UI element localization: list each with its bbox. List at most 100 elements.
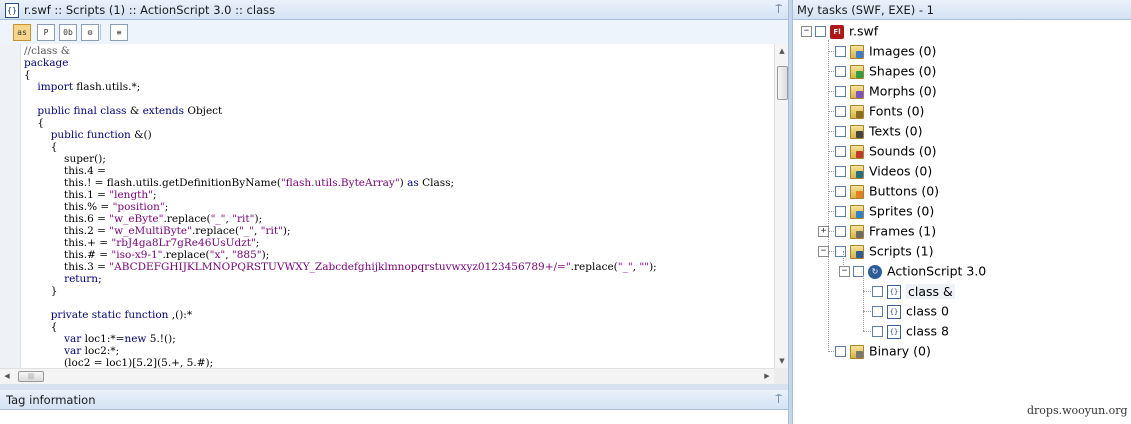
- tree-checkbox[interactable]: [835, 346, 846, 357]
- tree-connector: [863, 291, 871, 292]
- horizontal-scrollbar[interactable]: ◀ ||| ▶: [0, 368, 774, 384]
- tree-checkbox[interactable]: [835, 146, 846, 157]
- tree-item-texts[interactable]: Texts (0): [835, 121, 922, 141]
- code-line: super();: [64, 153, 106, 165]
- texts-folder-icon: [850, 124, 864, 139]
- tree-item-morphs[interactable]: Morphs (0): [835, 81, 937, 101]
- tree-checkbox[interactable]: [872, 306, 883, 317]
- tree-item-videos[interactable]: Videos (0): [835, 161, 932, 181]
- pin-icon[interactable]: ⍑: [775, 0, 782, 20]
- pcode-view-icon[interactable]: P: [37, 24, 55, 41]
- tree-item-class[interactable]: {} class 8: [872, 321, 949, 341]
- tree-item-class[interactable]: {} class 0: [872, 301, 949, 321]
- tree-item-label: Shapes (0): [869, 63, 937, 79]
- actionscript-icon: ↻: [868, 264, 882, 279]
- horizontal-scroll-thumb[interactable]: |||: [18, 371, 44, 382]
- pin-icon[interactable]: ⍑: [775, 390, 782, 410]
- tree-item-binary[interactable]: Binary (0): [835, 341, 931, 361]
- tree-item-root[interactable]: Fl r.swf: [815, 21, 878, 41]
- tree-item-fonts[interactable]: Fonts (0): [835, 101, 924, 121]
- tag-information-title: Tag information: [6, 393, 96, 407]
- fonts-folder-icon: [850, 104, 864, 119]
- code-line: (loc2 = loc1)[5.2](5.+, 5.#);: [64, 357, 214, 368]
- tree-connector: [863, 311, 871, 312]
- tree-item-label: Videos (0): [869, 163, 933, 179]
- tree-checkbox[interactable]: [835, 86, 846, 97]
- tree-checkbox[interactable]: [835, 166, 846, 177]
- code-line: this.! = flash.utils.getDefinitionByName…: [24, 177, 455, 189]
- tree-item-class[interactable]: {} class &: [872, 281, 955, 301]
- tree-item-shapes[interactable]: Shapes (0): [835, 61, 936, 81]
- code-text[interactable]: //class & package { import flash.utils.*…: [24, 45, 657, 368]
- tree-checkbox[interactable]: [835, 206, 846, 217]
- tree-connector: [828, 40, 829, 352]
- class-script-icon: {}: [887, 304, 901, 319]
- scripts-folder-icon: [850, 244, 864, 259]
- editor-title-bar: {} r.swf :: Scripts (1) :: ActionScript …: [0, 0, 788, 20]
- tree-item-images[interactable]: Images (0): [835, 41, 936, 61]
- code-line: this.1 = "length";: [24, 189, 157, 201]
- expand-icon[interactable]: +: [818, 226, 829, 237]
- tree-checkbox[interactable]: [835, 106, 846, 117]
- deobfuscate-icon[interactable]: ⚙: [81, 24, 99, 41]
- collapse-icon[interactable]: −: [839, 266, 850, 277]
- hex-view-icon[interactable]: 0b: [59, 24, 77, 41]
- tree-item-label: Sprites (0): [869, 203, 935, 219]
- tree-item-label: Buttons (0): [869, 183, 940, 199]
- collapse-icon[interactable]: −: [818, 246, 829, 257]
- tree-item-actionscript[interactable]: ↻ ActionScript 3.0: [853, 261, 986, 281]
- morphs-folder-icon: [850, 84, 864, 99]
- tree-item-label: r.swf: [849, 23, 879, 39]
- code-line: return;: [64, 273, 102, 285]
- vertical-scrollbar[interactable]: ▲ ▼: [774, 44, 789, 368]
- tree-checkbox[interactable]: [872, 326, 883, 337]
- tree-connector: [863, 331, 871, 332]
- traits-list-icon[interactable]: ≡: [110, 24, 128, 41]
- tree-checkbox[interactable]: [835, 226, 846, 237]
- code-line: var loc1:*=new 5.!();: [64, 333, 176, 345]
- editor-toolbar: as P 0b ⚙ ≡: [0, 20, 788, 45]
- tree-checkbox[interactable]: [835, 46, 846, 57]
- tree-checkbox[interactable]: [835, 126, 846, 137]
- tree-item-label: class 8: [906, 323, 949, 339]
- tree-item-frames[interactable]: Frames (1): [835, 221, 936, 241]
- code-line: this.+ = "rbJ4ga8Lr7gRe46UsUdzt";: [24, 237, 260, 249]
- code-line: this.% = "position";: [24, 201, 169, 213]
- code-gutter: [0, 44, 21, 368]
- code-line: this.6 = "w_eByte".replace("_", "rit");: [24, 213, 263, 225]
- images-folder-icon: [850, 44, 864, 59]
- project-tree: − Fl r.swf Images (0) Shapes (0) Morphs (0) Fo…: [793, 20, 1131, 424]
- swf-file-icon: Fl: [830, 24, 844, 39]
- sounds-folder-icon: [850, 144, 864, 159]
- vertical-scroll-thumb[interactable]: [777, 66, 788, 100]
- tree-checkbox[interactable]: [835, 66, 846, 77]
- tree-checkbox[interactable]: [835, 186, 846, 197]
- code-editor[interactable]: //class & package { import flash.utils.*…: [0, 44, 774, 368]
- tree-item-sounds[interactable]: Sounds (0): [835, 141, 937, 161]
- code-line: public function &(): [50, 129, 152, 141]
- tree-item-buttons[interactable]: Buttons (0): [835, 181, 939, 201]
- sprites-folder-icon: [850, 204, 864, 219]
- tree-checkbox[interactable]: [815, 26, 826, 37]
- tree-item-label: class &: [906, 283, 955, 299]
- tree-item-label: class 0: [906, 303, 949, 319]
- code-line: this.2 = "w_eMultiByte".replace("_", "ri…: [24, 225, 291, 237]
- code-line: {: [50, 321, 58, 333]
- tree-checkbox[interactable]: [835, 246, 846, 257]
- tree-connector: [863, 275, 864, 331]
- tree-item-scripts[interactable]: Scripts (1): [835, 241, 933, 261]
- scroll-down-icon[interactable]: ▼: [775, 354, 789, 368]
- tree-item-sprites[interactable]: Sprites (0): [835, 201, 934, 221]
- scroll-left-icon[interactable]: ◀: [0, 369, 14, 384]
- scroll-right-icon[interactable]: ▶: [760, 369, 774, 384]
- tree-item-label: Texts (0): [869, 123, 923, 139]
- as3-view-icon[interactable]: as: [13, 24, 31, 41]
- watermark: drops.wooyun.org: [1027, 404, 1128, 417]
- scroll-up-icon[interactable]: ▲: [775, 44, 789, 58]
- tree-checkbox[interactable]: [872, 286, 883, 297]
- collapse-icon[interactable]: −: [801, 26, 812, 37]
- frames-folder-icon: [850, 224, 864, 239]
- code-line: import flash.utils.*;: [37, 81, 141, 93]
- script-document-icon: {}: [5, 3, 19, 18]
- code-line: }: [50, 285, 58, 297]
